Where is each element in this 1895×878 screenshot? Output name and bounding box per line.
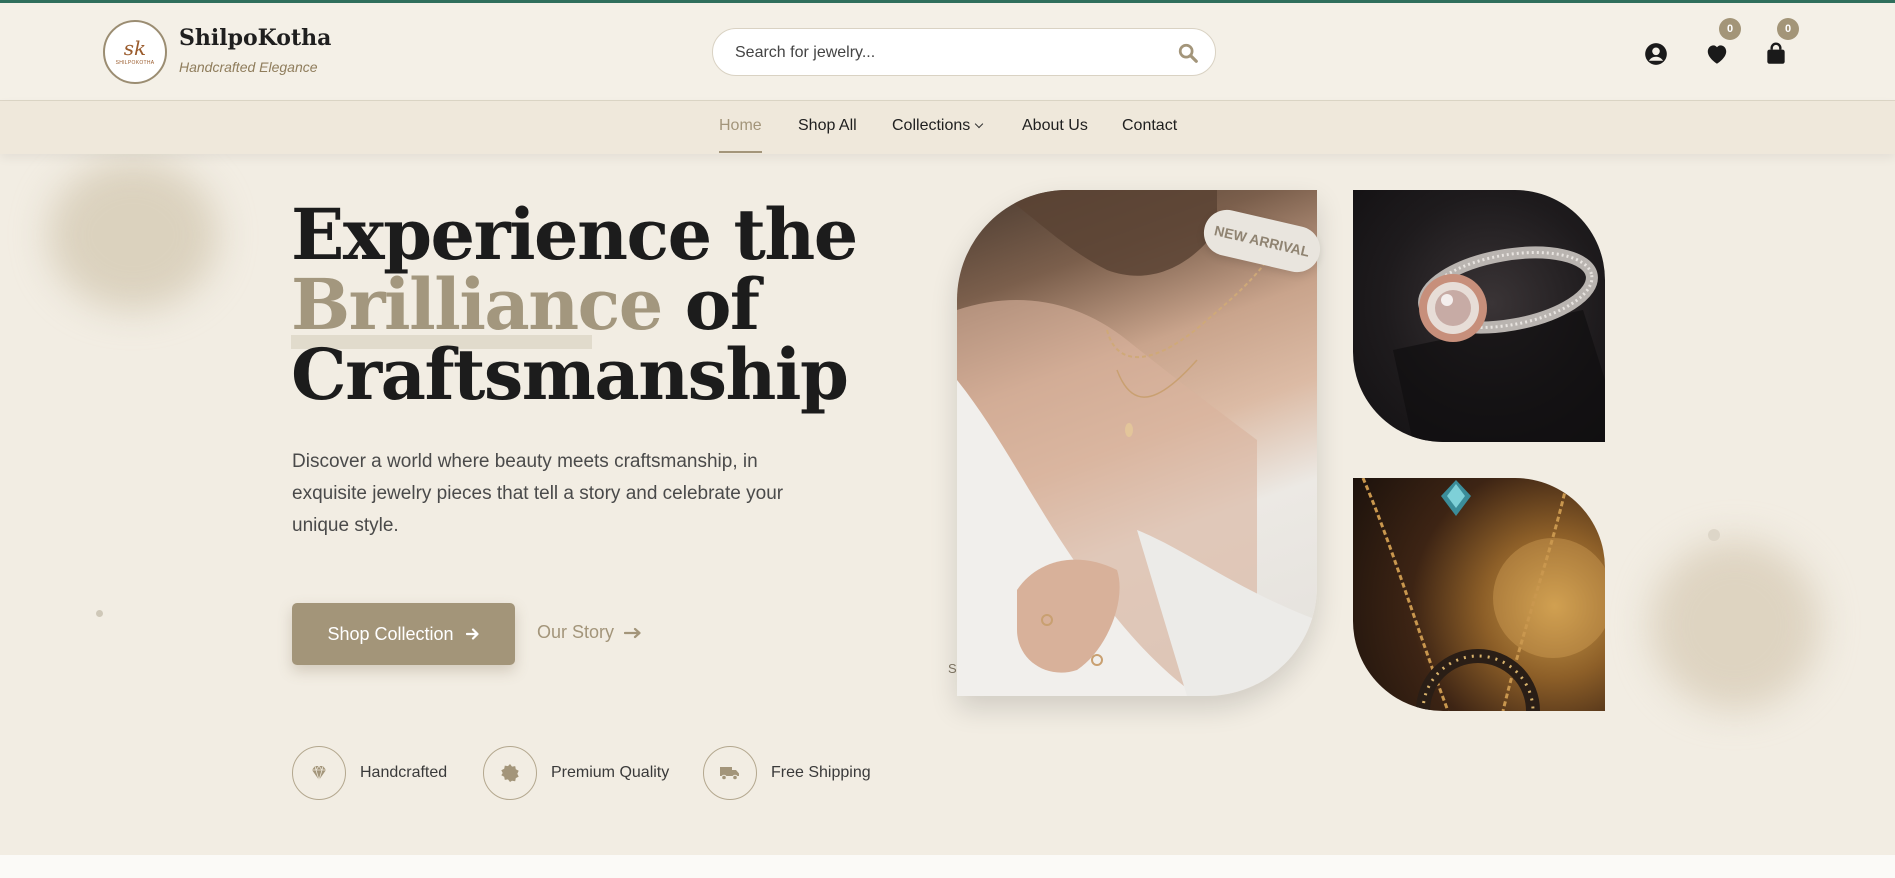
ring-illustration	[1393, 246, 1605, 442]
truck-icon	[720, 767, 739, 781]
our-story-link[interactable]: Our Story	[537, 622, 642, 643]
arrow-right-icon	[465, 628, 479, 640]
pendant-illustration	[1361, 478, 1605, 711]
feature-icon-ring	[703, 746, 757, 800]
brand-name[interactable]: ShilpoKotha	[179, 25, 331, 51]
nav-item-shop-all[interactable]: Shop All	[798, 117, 857, 135]
necklace-model-illustration	[957, 190, 1317, 696]
search-icon[interactable]	[1177, 42, 1199, 64]
hero-title-line-3: Craftsmanship	[291, 333, 849, 416]
feature-handcrafted: Handcrafted	[292, 746, 447, 800]
gem-icon	[312, 765, 326, 782]
wishlist-count-badge: 0	[1719, 18, 1741, 40]
main-navigation: Home Shop All Collections About Us Conta…	[0, 101, 1895, 154]
nav-active-underline	[719, 151, 762, 153]
hero-title-line-1: Experience the	[291, 193, 858, 276]
badge-icon	[501, 764, 519, 782]
decor-blob-right	[1650, 540, 1820, 710]
logo-monogram: sk	[123, 36, 147, 60]
search-bar	[712, 28, 1216, 76]
chevron-down-icon	[975, 119, 984, 129]
shopping-bag-icon[interactable]	[1763, 41, 1789, 67]
wishlist-heart-icon[interactable]	[1704, 41, 1730, 67]
brand-tagline: Handcrafted Elegance	[179, 59, 318, 75]
hero-image-pendant	[1353, 478, 1605, 711]
nav-item-collections[interactable]: Collections	[892, 117, 984, 135]
decor-blob-left	[48, 160, 218, 310]
hero-image-necklace-model	[957, 190, 1317, 696]
feature-free-shipping: Free Shipping	[703, 746, 871, 800]
hero-image-ring	[1353, 190, 1605, 442]
feature-label: Premium Quality	[551, 764, 670, 781]
shop-collection-label: Shop Collection	[327, 623, 454, 644]
nav-item-contact[interactable]: Contact	[1122, 117, 1177, 135]
nav-item-about-us[interactable]: About Us	[1022, 117, 1088, 135]
hero-title-line-2: Brilliance of	[291, 270, 857, 340]
hero-title-highlight: Brilliance	[291, 263, 663, 346]
our-story-label: Our Story	[537, 622, 615, 642]
decor-dot	[1708, 529, 1720, 541]
feature-icon-ring	[483, 746, 537, 800]
cart-count-badge: 0	[1777, 18, 1799, 40]
shop-collection-button[interactable]: Shop Collection	[292, 603, 515, 665]
feature-icon-ring	[292, 746, 346, 800]
next-section-edge	[0, 855, 1895, 878]
logo[interactable]: sk SHILPOKOTHA	[103, 20, 167, 84]
feature-premium-quality: Premium Quality	[483, 746, 669, 800]
nav-item-home[interactable]: Home	[719, 117, 762, 135]
logo-wordmark: SHILPOKOTHA	[115, 60, 155, 66]
hero-description: Discover a world where beauty meets craf…	[292, 451, 784, 536]
long-arrow-right-icon	[624, 627, 641, 638]
hero-title: Experience the Brilliance of Craftsmansh…	[291, 193, 858, 416]
site-header: sk SHILPOKOTHA ShilpoKotha Handcrafted E…	[0, 3, 1895, 101]
feature-label: Free Shipping	[771, 764, 871, 781]
nav-item-collections-label: Collections	[892, 117, 971, 134]
feature-label: Handcrafted	[360, 764, 448, 781]
search-input[interactable]	[735, 39, 1155, 67]
partial-caption-text: S	[948, 661, 957, 676]
decor-dot	[96, 610, 103, 617]
user-account-icon[interactable]	[1643, 41, 1669, 67]
